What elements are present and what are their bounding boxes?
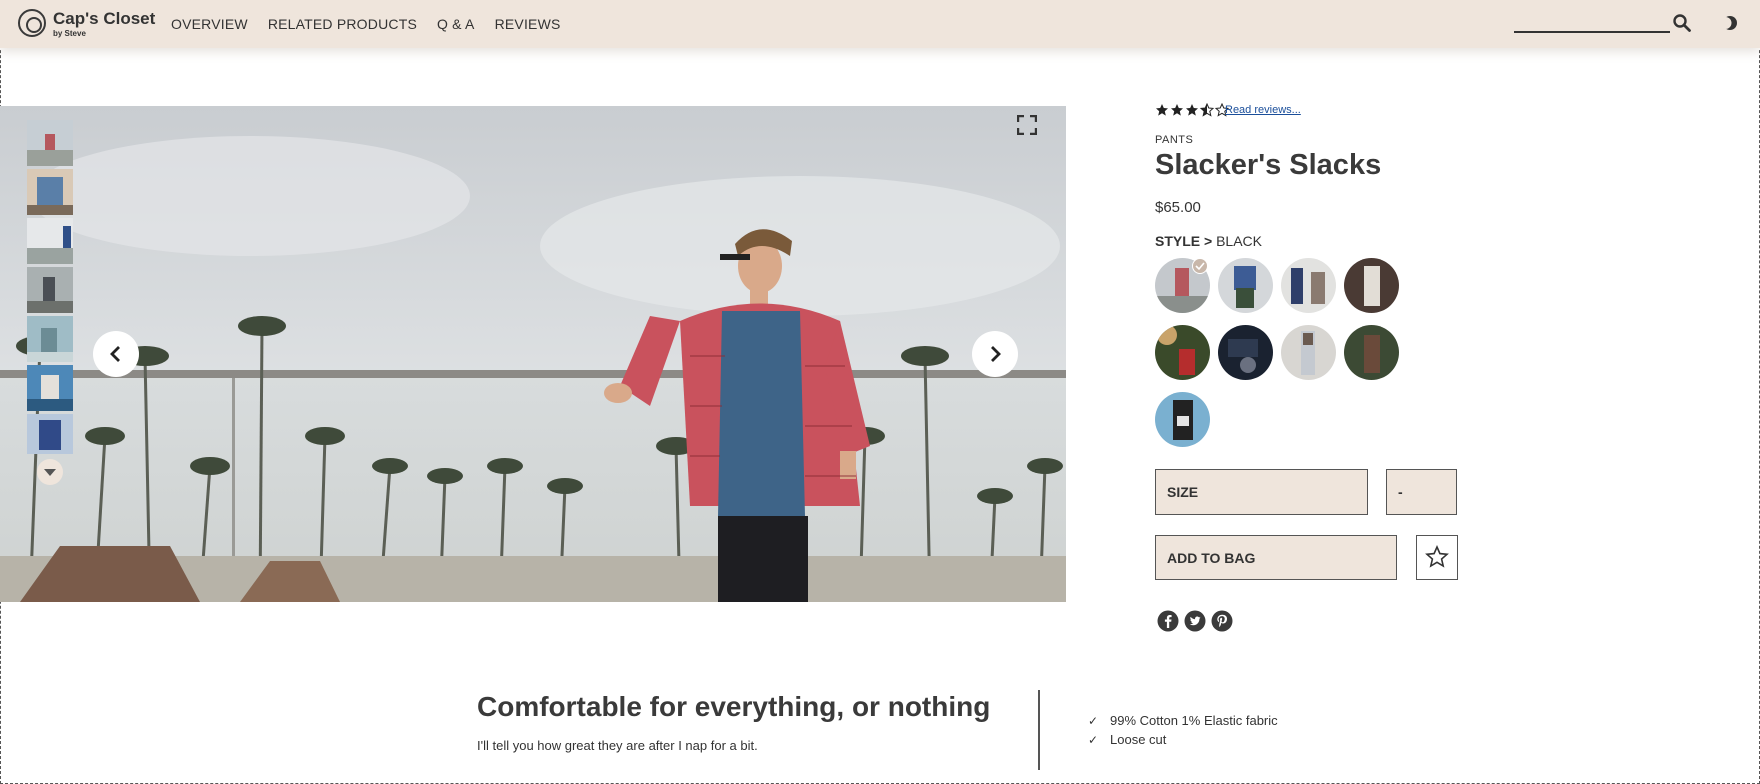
pinterest-icon[interactable] xyxy=(1211,610,1233,632)
style-swatch-7[interactable] xyxy=(1281,325,1336,380)
logo-icon[interactable] xyxy=(18,9,46,37)
feature-item: ✓ 99% Cotton 1% Elastic fabric xyxy=(1088,711,1278,730)
next-image-button[interactable] xyxy=(972,331,1018,377)
dark-mode-icon[interactable] xyxy=(1720,13,1740,33)
thumbnails-scroll-down-button[interactable] xyxy=(37,459,63,485)
nav-related-products[interactable]: RELATED PRODUCTS xyxy=(268,16,417,32)
product-name: Slacker's Slacks xyxy=(1155,149,1382,181)
product-price: $65.00 xyxy=(1155,199,1201,216)
twitter-icon[interactable] xyxy=(1184,610,1206,632)
style-value: BLACK xyxy=(1216,233,1262,249)
style-swatch-3[interactable] xyxy=(1281,258,1336,313)
nav-qa[interactable]: Q & A xyxy=(437,16,475,32)
description-subline: I'll tell you how great they are after I… xyxy=(477,738,758,753)
selected-check-icon xyxy=(1192,258,1208,274)
feature-item: ✓ Loose cut xyxy=(1088,730,1278,749)
style-swatch-5[interactable] xyxy=(1155,325,1210,380)
style-selector-label: STYLE > BLACK xyxy=(1155,233,1262,249)
checkmark-icon: ✓ xyxy=(1088,732,1099,747)
brand-subtitle: by Steve xyxy=(53,29,86,38)
feature-list: ✓ 99% Cotton 1% Elastic fabric ✓ Loose c… xyxy=(1088,711,1278,749)
facebook-icon[interactable] xyxy=(1157,610,1179,632)
size-label: SIZE xyxy=(1167,484,1199,500)
feature-text: 99% Cotton 1% Elastic fabric xyxy=(1110,713,1278,728)
add-to-bag-label: ADD TO BAG xyxy=(1167,549,1256,566)
size-select[interactable]: SIZE xyxy=(1155,469,1368,515)
style-swatch-6[interactable] xyxy=(1218,325,1273,380)
description-headline: Comfortable for everything, or nothing xyxy=(477,691,991,722)
nav-overview[interactable]: OVERVIEW xyxy=(171,16,248,32)
image-gallery xyxy=(0,106,1066,602)
style-label: STYLE > xyxy=(1155,233,1213,249)
search-input[interactable] xyxy=(1514,31,1670,33)
thumbnail-3[interactable] xyxy=(27,218,73,264)
favorite-button[interactable] xyxy=(1416,535,1458,580)
thumbnail-1[interactable] xyxy=(27,120,73,166)
main-nav: OVERVIEW RELATED PRODUCTS Q & A REVIEWS xyxy=(171,16,581,32)
add-to-bag-button[interactable]: ADD TO BAG xyxy=(1155,535,1397,580)
style-swatch-9[interactable] xyxy=(1155,392,1210,447)
quantity-label: - xyxy=(1398,484,1403,500)
previous-image-button[interactable] xyxy=(93,331,139,377)
style-swatch-2[interactable] xyxy=(1218,258,1273,313)
quantity-select[interactable]: - xyxy=(1386,469,1457,515)
star-rating xyxy=(1155,103,1233,117)
search-icon[interactable] xyxy=(1672,13,1692,33)
main-product-image[interactable] xyxy=(0,106,1066,602)
fullscreen-icon[interactable] xyxy=(1017,115,1037,135)
thumbnail-6[interactable] xyxy=(27,365,73,411)
rating-stars-icon xyxy=(1156,103,1230,117)
thumbnail-4[interactable] xyxy=(27,267,73,313)
brand-title[interactable]: Cap's Closet xyxy=(53,9,155,29)
description-divider xyxy=(1038,690,1040,770)
chevron-left-icon xyxy=(110,346,120,362)
checkmark-icon: ✓ xyxy=(1088,713,1099,728)
style-swatch-4[interactable] xyxy=(1344,258,1399,313)
product-category: PANTS xyxy=(1155,134,1194,146)
thumbnail-2[interactable] xyxy=(27,169,73,215)
read-reviews-link[interactable]: Read reviews... xyxy=(1225,104,1301,116)
thumbnail-5[interactable] xyxy=(27,316,73,362)
star-outline-icon xyxy=(1425,545,1449,568)
chevron-right-icon xyxy=(991,346,1001,362)
feature-text: Loose cut xyxy=(1110,732,1167,747)
site-header: Cap's Closet by Steve OVERVIEW RELATED P… xyxy=(0,0,1760,48)
nav-reviews[interactable]: REVIEWS xyxy=(495,16,561,32)
thumbnail-7[interactable] xyxy=(27,414,73,454)
style-swatch-8[interactable] xyxy=(1344,325,1399,380)
